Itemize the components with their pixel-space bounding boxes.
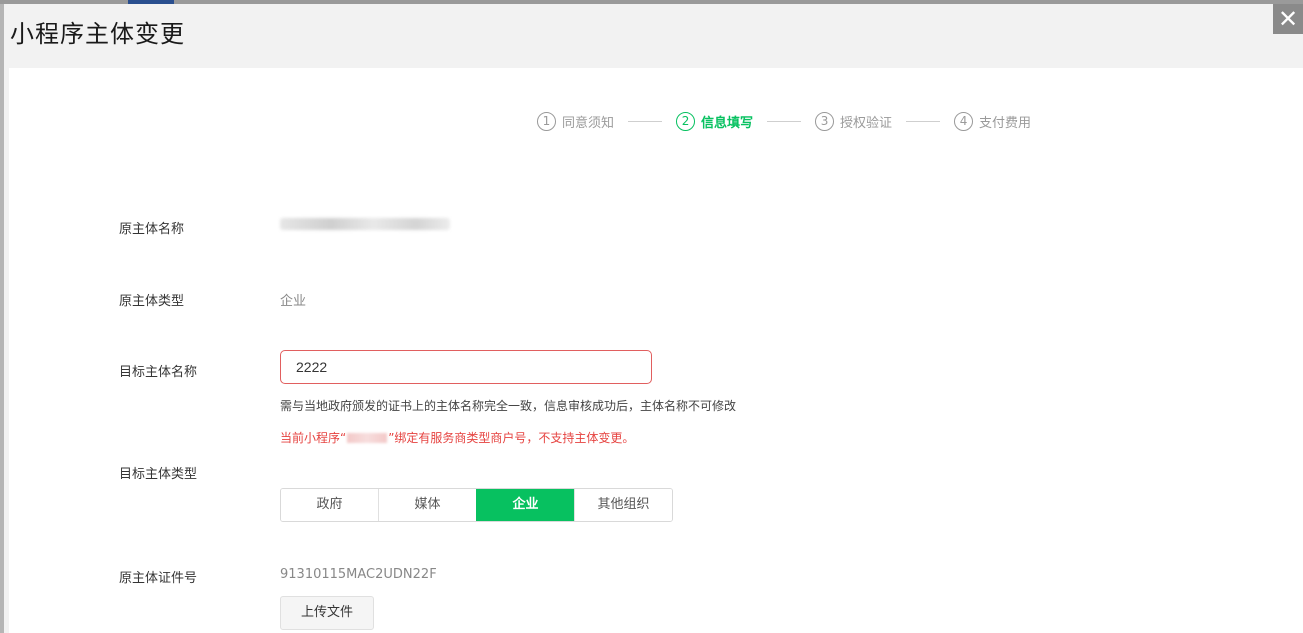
dialog-content: 1 同意须知 2 信息填写 3 授权验证 4 支付费用 原主体名称 原主体类型 … [9, 68, 1303, 633]
step-divider [767, 121, 802, 122]
error-prefix: 当前小程序“ [280, 431, 347, 445]
cert-number-label: 原主体证件号 [119, 571, 198, 586]
target-name-hint: 需与当地政府颁发的证书上的主体名称完全一致，信息审核成功后，主体名称不可修改 [280, 399, 737, 413]
target-name-input[interactable] [280, 350, 652, 384]
type-option-government[interactable]: 政府 [281, 489, 378, 521]
step-4: 4 支付费用 [954, 112, 1031, 131]
type-option-enterprise[interactable]: 企业 [476, 489, 574, 521]
cert-number-value: 91310115MAC2UDN22F [280, 567, 437, 582]
target-name-label: 目标主体名称 [119, 365, 198, 380]
close-icon: ✕ [1277, 5, 1299, 33]
step-number: 4 [954, 112, 974, 131]
orig-type-value: 企业 [280, 294, 307, 309]
orig-name-label: 原主体名称 [119, 222, 185, 237]
dialog: 小程序主体变更 ✕ 1 同意须知 2 信息填写 3 授权验证 4 支付费用 原主… [4, 4, 1303, 633]
step-2: 2 信息填写 [676, 112, 753, 131]
step-label: 授权验证 [840, 116, 893, 131]
step-label: 信息填写 [701, 116, 754, 131]
step-divider [906, 121, 941, 122]
dialog-title: 小程序主体变更 [10, 20, 185, 48]
step-number: 2 [676, 112, 696, 131]
target-type-selector: 政府 媒体 企业 其他组织 [280, 488, 673, 522]
step-label: 同意须知 [562, 116, 615, 131]
error-suffix: ”绑定有服务商类型商户号，不支持主体变更。 [388, 431, 635, 445]
step-1: 1 同意须知 [537, 112, 614, 131]
orig-type-label: 原主体类型 [119, 294, 185, 309]
step-indicator: 1 同意须知 2 信息填写 3 授权验证 4 支付费用 [537, 112, 1031, 131]
orig-name-value-redacted [280, 218, 450, 230]
type-option-media[interactable]: 媒体 [378, 489, 476, 521]
step-number: 3 [815, 112, 835, 131]
step-3: 3 授权验证 [815, 112, 892, 131]
redacted-app-name [347, 432, 388, 443]
close-button[interactable]: ✕ [1273, 4, 1303, 34]
type-option-other-org[interactable]: 其他组织 [574, 489, 672, 521]
upload-file-button[interactable]: 上传文件 [280, 596, 374, 630]
error-message: 当前小程序“ ”绑定有服务商类型商户号，不支持主体变更。 [280, 429, 634, 446]
step-label: 支付费用 [979, 116, 1032, 131]
step-number: 1 [537, 112, 556, 131]
step-divider [628, 121, 663, 122]
target-type-label: 目标主体类型 [119, 467, 198, 482]
